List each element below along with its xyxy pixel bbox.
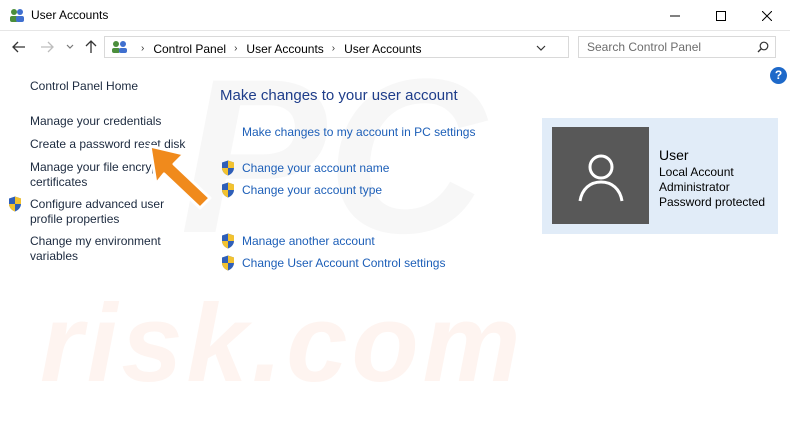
maximize-button[interactable] <box>698 0 744 31</box>
uac-shield-icon <box>8 196 22 212</box>
title-bar: User Accounts <box>0 0 790 31</box>
control-panel-icon <box>111 40 129 57</box>
breadcrumb: › Control Panel › User Accounts › User A… <box>111 40 422 57</box>
password-status-label: Password protected <box>659 195 766 209</box>
users-icon <box>8 7 24 23</box>
user-name: User <box>659 147 689 163</box>
forward-button[interactable] <box>38 38 56 56</box>
breadcrumb-item[interactable]: Control Panel <box>153 42 226 56</box>
address-bar[interactable]: › Control Panel › User Accounts › User A… <box>104 36 670 58</box>
search-input[interactable] <box>587 40 747 54</box>
breadcrumb-item[interactable]: User Accounts <box>344 42 421 56</box>
window-title: User Accounts <box>31 8 109 22</box>
change-environment-variables-link[interactable]: Change my environment <box>30 234 161 249</box>
breadcrumb-chevron-icon: › <box>234 43 238 54</box>
uac-shield-icon <box>221 233 235 249</box>
up-button[interactable] <box>82 38 100 56</box>
change-environment-variables-link-line2[interactable]: variables <box>30 249 78 264</box>
change-account-name-link[interactable]: Change your account name <box>242 161 389 175</box>
user-icon <box>578 154 623 201</box>
manage-credentials-link[interactable]: Manage your credentials <box>30 114 161 129</box>
address-dropdown-icon[interactable] <box>536 41 548 53</box>
breadcrumb-chevron-icon: › <box>141 43 145 54</box>
back-button[interactable] <box>10 38 28 56</box>
pc-settings-link[interactable]: Make changes to my account in PC setting… <box>242 125 475 139</box>
minimize-button[interactable] <box>652 0 698 31</box>
breadcrumb-chevron-icon: › <box>331 43 336 54</box>
search-icon[interactable] <box>757 41 769 56</box>
manage-another-account-link[interactable]: Manage another account <box>242 234 375 248</box>
watermark-text: risk.com <box>40 282 525 405</box>
account-role-label: Administrator <box>659 180 730 194</box>
account-type-label: Local Account <box>659 165 734 179</box>
configure-profile-properties-link-line2[interactable]: profile properties <box>30 212 119 227</box>
uac-shield-icon <box>221 182 235 198</box>
pointer-arrow-icon <box>148 144 212 210</box>
close-button[interactable] <box>744 0 790 31</box>
search-box[interactable] <box>578 36 776 58</box>
configure-profile-properties-link[interactable]: Configure advanced user <box>30 197 164 212</box>
page-heading: Make changes to your user account <box>220 87 458 104</box>
help-button[interactable]: ? <box>770 67 787 84</box>
change-account-type-link[interactable]: Change your account type <box>242 183 382 197</box>
manage-file-encryption-link-line2[interactable]: certificates <box>30 175 87 190</box>
uac-shield-icon <box>221 160 235 176</box>
recent-locations-button[interactable] <box>64 38 76 56</box>
avatar <box>552 127 649 224</box>
control-panel-home-link[interactable]: Control Panel Home <box>30 79 138 94</box>
uac-settings-link[interactable]: Change User Account Control settings <box>242 256 445 270</box>
breadcrumb-item[interactable]: User Accounts <box>246 42 323 56</box>
uac-shield-icon <box>221 255 235 271</box>
